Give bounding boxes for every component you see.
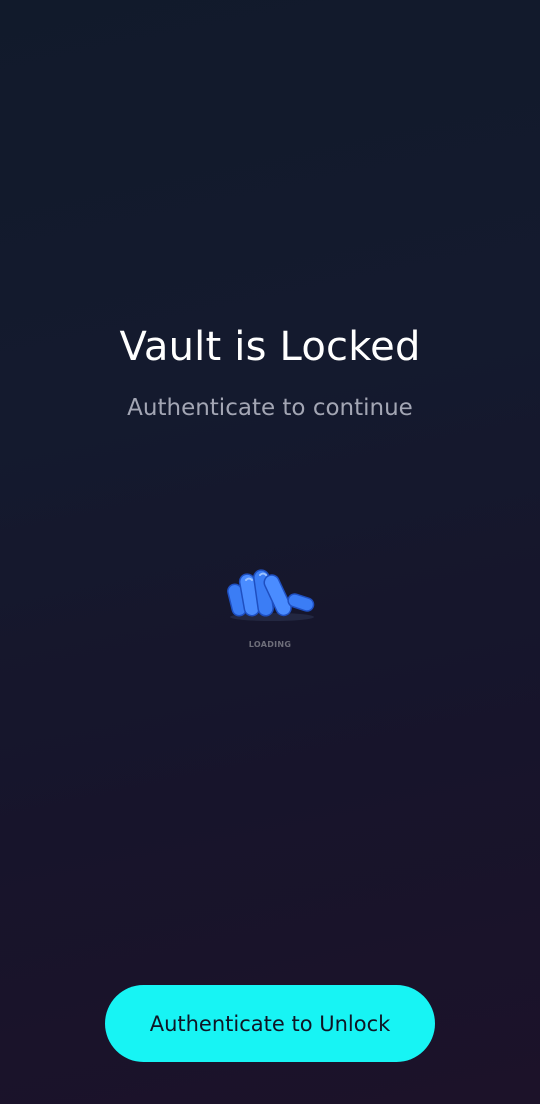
hand-loader-icon	[227, 569, 315, 621]
page-title: Vault is Locked	[119, 324, 421, 370]
loading-label: LOADING	[248, 640, 292, 649]
authenticate-unlock-button[interactable]: Authenticate to Unlock	[105, 985, 435, 1062]
page-subtitle: Authenticate to continue	[127, 395, 413, 421]
